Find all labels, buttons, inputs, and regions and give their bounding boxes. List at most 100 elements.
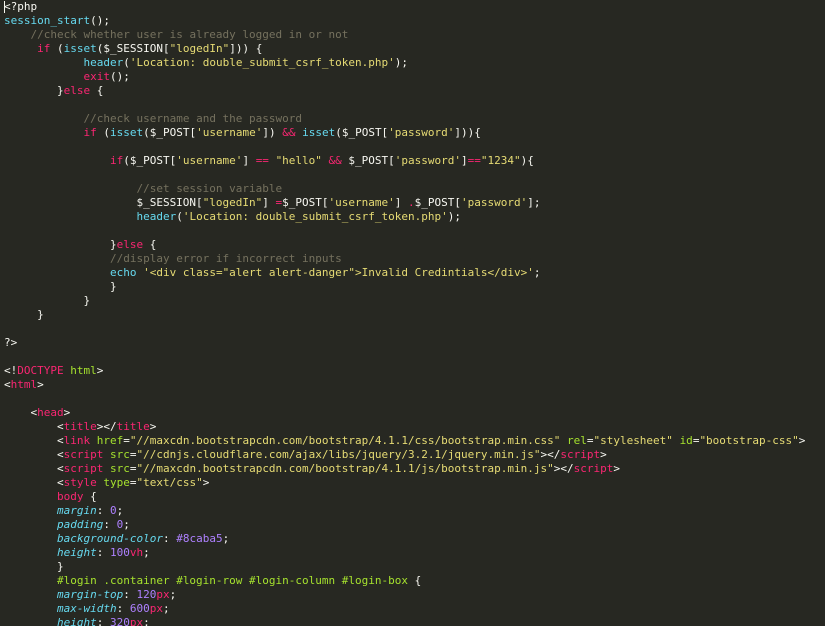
code-line[interactable]: <html> <box>4 378 805 392</box>
code-line[interactable]: } <box>4 308 805 322</box>
code-line[interactable]: <!DOCTYPE html> <box>4 364 805 378</box>
code-line[interactable]: margin: 0; <box>4 504 805 518</box>
code-line[interactable]: $_SESSION["logedIn"] =$_POST['username']… <box>4 196 805 210</box>
code-line[interactable]: <link href="//maxcdn.bootstrapcdn.com/bo… <box>4 434 805 448</box>
code-line[interactable] <box>4 322 805 336</box>
code-token: 0 <box>109 504 117 517</box>
code-line[interactable]: exit(); <box>4 70 805 84</box>
code-line[interactable]: <style type="text/css"> <box>4 476 805 490</box>
code-token: 100 <box>109 546 130 559</box>
code-token: ; <box>116 504 124 517</box>
code-editor[interactable]: <?php session_start(); //check whether us… <box>0 0 825 626</box>
code-token: > <box>202 476 210 489</box>
code-token: "stylesheet" <box>593 434 673 447</box>
code-token: } <box>4 84 64 97</box>
code-token: src <box>109 462 130 475</box>
code-line[interactable] <box>4 140 805 154</box>
code-token: < <box>4 406 38 419</box>
code-line[interactable]: <?php <box>4 0 805 14</box>
code-token: $_POST[ <box>341 154 395 167</box>
code-line[interactable] <box>4 224 805 238</box>
code-token: //check username and the password <box>83 112 303 125</box>
code-token: ])) { <box>229 42 263 55</box>
code-line[interactable] <box>4 168 805 182</box>
code-line[interactable]: header('Location: double_submit_csrf_tok… <box>4 56 805 70</box>
code-line[interactable]: header('Location: double_submit_csrf_tok… <box>4 210 805 224</box>
code-line[interactable]: } <box>4 280 805 294</box>
code-line[interactable] <box>4 392 805 406</box>
code-token: "1234" <box>480 154 521 167</box>
code-token: ($_SESSION[ <box>96 42 170 55</box>
code-token: ); <box>447 210 461 223</box>
code-token: > <box>600 448 607 461</box>
code-token: "//maxcdn.bootstrapcdn.com/bootstrap/4.1… <box>136 462 554 475</box>
code-token: height <box>56 616 97 626</box>
code-token: if <box>37 42 51 55</box>
code-line[interactable]: <script src="//cdnjs.cloudflare.com/ajax… <box>4 448 805 462</box>
code-token: <?php <box>4 0 38 13</box>
code-token: "text/css" <box>136 476 203 489</box>
code-line[interactable]: } <box>4 560 805 574</box>
code-token: { <box>407 574 422 587</box>
code-token: == <box>255 154 269 167</box>
code-line[interactable]: padding: 0; <box>4 518 805 532</box>
code-line[interactable]: //check whether user is already logged i… <box>4 28 805 42</box>
code-line[interactable]: margin-top: 120px; <box>4 588 805 602</box>
code-line[interactable]: } <box>4 294 805 308</box>
code-line[interactable]: if (isset($_SESSION["logedIn"])) { <box>4 42 805 56</box>
code-line[interactable]: ?> <box>4 336 805 350</box>
code-token: 'password' <box>461 196 528 209</box>
code-line[interactable]: body { <box>4 490 805 504</box>
code-token: max-width <box>56 602 117 615</box>
code-line[interactable]: //check username and the password <box>4 112 805 126</box>
code-area[interactable]: <?php session_start(); //check whether us… <box>4 0 805 626</box>
code-line[interactable]: if($_POST['username'] == "hello" && $_PO… <box>4 154 805 168</box>
code-token: ]) <box>262 126 283 139</box>
code-line[interactable]: //set session variable <box>4 182 805 196</box>
code-line[interactable]: #login .container #login-row #login-colu… <box>4 574 805 588</box>
code-line[interactable]: }else { <box>4 238 805 252</box>
code-token: ])){ <box>454 126 481 139</box>
code-token: "bootstrap-css" <box>699 434 799 447</box>
code-line[interactable]: //display error if incorrect inputs <box>4 252 805 266</box>
code-line[interactable]: if (isset($_POST['username']) && isset($… <box>4 126 805 140</box>
code-line[interactable]: height: 320px; <box>4 616 805 626</box>
code-token: ></ <box>96 420 117 433</box>
code-token: title <box>116 420 150 433</box>
code-line[interactable]: echo '<div class="alert alert-danger">In… <box>4 266 805 280</box>
code-line[interactable]: <title></title> <box>4 420 805 434</box>
code-line[interactable]: background-color: #8caba5; <box>4 532 805 546</box>
code-line[interactable] <box>4 98 805 112</box>
code-line[interactable] <box>4 350 805 364</box>
code-token: ] <box>262 196 276 209</box>
code-token: rel <box>566 434 587 447</box>
code-token: //display error if incorrect inputs <box>109 252 342 265</box>
code-token: < <box>4 378 11 391</box>
code-line[interactable]: <head> <box>4 406 805 420</box>
code-token: //set session variable <box>136 182 283 195</box>
code-token: ( <box>176 210 183 223</box>
code-token: "hello" <box>275 154 322 167</box>
code-line[interactable]: <script src="//maxcdn.bootstrapcdn.com/b… <box>4 462 805 476</box>
code-token: id <box>679 434 693 447</box>
code-line[interactable]: max-width: 600px; <box>4 602 805 616</box>
code-token: . <box>408 196 415 209</box>
code-token: { <box>90 84 104 97</box>
code-token: ] <box>461 154 468 167</box>
code-token: = <box>123 434 130 447</box>
code-token: < <box>4 448 64 461</box>
code-token: $_POST[ <box>282 196 329 209</box>
code-line[interactable]: height: 100vh; <box>4 546 805 560</box>
code-line[interactable]: session_start(); <box>4 14 805 28</box>
code-token: 'password' <box>394 154 462 167</box>
code-token: } <box>4 308 44 321</box>
code-line[interactable]: }else { <box>4 84 805 98</box>
